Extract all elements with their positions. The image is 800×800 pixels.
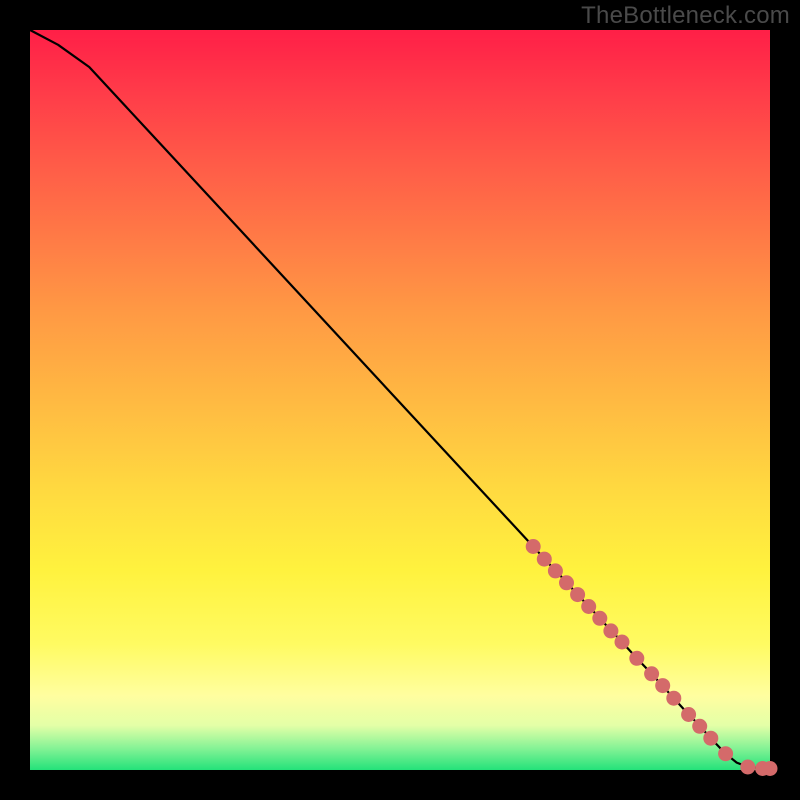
watermark-text: TheBottleneck.com: [581, 2, 790, 30]
data-marker: [581, 599, 596, 614]
curve-layer: [30, 30, 770, 770]
data-marker: [548, 563, 563, 578]
data-marker: [592, 611, 607, 626]
data-marker: [603, 623, 618, 638]
data-marker: [692, 719, 707, 734]
data-marker: [703, 731, 718, 746]
marker-group: [526, 539, 778, 776]
data-marker: [763, 761, 778, 776]
data-marker: [615, 635, 630, 650]
plot-area: [30, 30, 770, 770]
data-marker: [666, 691, 681, 706]
data-marker: [655, 678, 670, 693]
data-marker: [681, 707, 696, 722]
chart-frame: TheBottleneck.com: [0, 0, 800, 800]
data-marker: [537, 552, 552, 567]
data-marker: [559, 575, 574, 590]
data-marker: [526, 539, 541, 554]
bottleneck-curve: [30, 30, 770, 769]
data-marker: [644, 666, 659, 681]
data-marker: [740, 760, 755, 775]
data-marker: [718, 746, 733, 761]
data-marker: [629, 651, 644, 666]
data-marker: [570, 587, 585, 602]
